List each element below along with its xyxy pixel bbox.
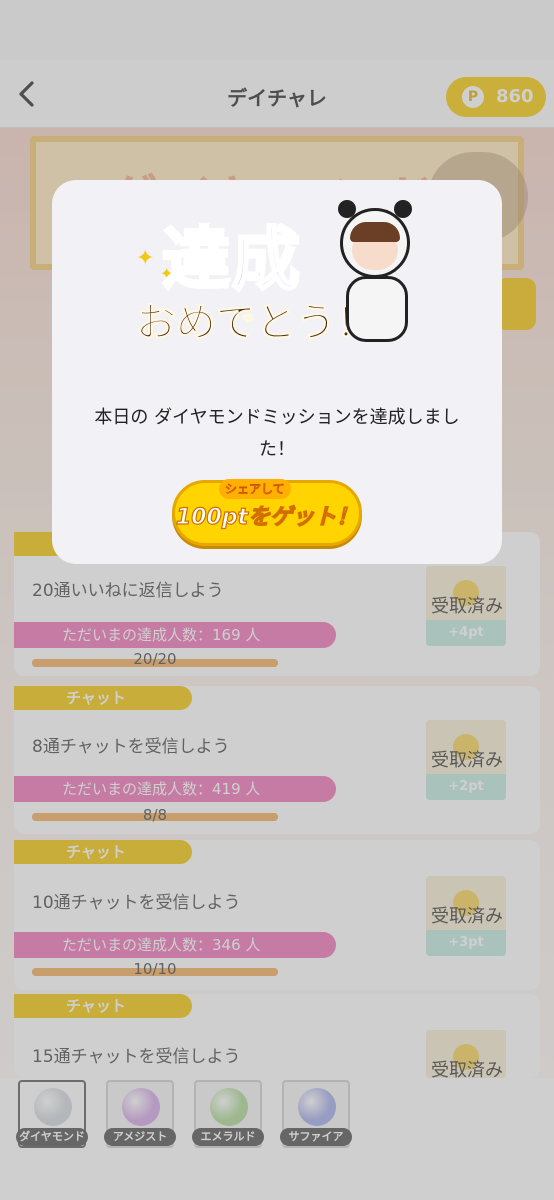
modal-message: 本日の ダイヤモンドミッションを達成しました！ <box>94 407 460 460</box>
share-button[interactable]: シェアして 100ptをゲット！ <box>172 479 362 546</box>
stamp-title: 達成 <box>160 220 303 302</box>
achievement-stamp: ✦ ✦ ✦ 達成 おめでとう！ <box>136 194 426 384</box>
sparkle-icon: ✦ <box>136 246 155 271</box>
share-caption: シェアして <box>219 479 291 499</box>
share-label: 100ptをゲット！ <box>175 504 359 530</box>
achievement-modal: ✦ ✦ ✦ 達成 おめでとう！ 本日の ダイヤモンドミッションを達成しました！ … <box>52 180 502 564</box>
mascot-character-icon <box>332 200 422 360</box>
